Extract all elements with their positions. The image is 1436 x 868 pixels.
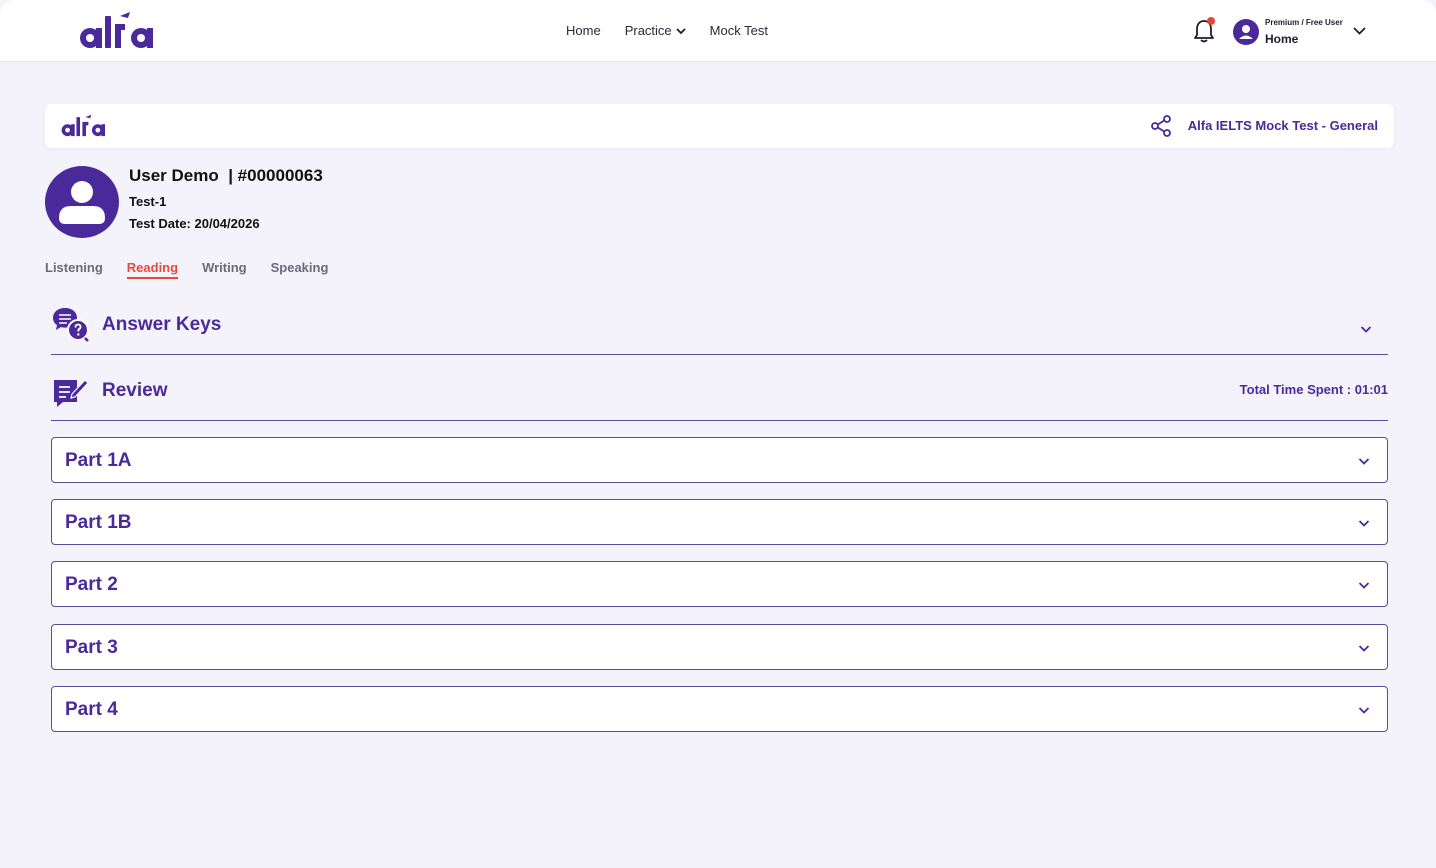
part-accordion-1b[interactable]: Part 1B — [51, 499, 1388, 545]
tab-speaking[interactable]: Speaking — [271, 260, 329, 279]
profile-test-name: Test-1 — [129, 194, 167, 209]
tab-listening[interactable]: Listening — [45, 260, 103, 279]
profile-name: User Demo | #00000063 — [129, 166, 323, 185]
user-plan-label: Premium / Free User — [1265, 18, 1343, 27]
part-accordion-1a[interactable]: Part 1A — [51, 437, 1388, 483]
tab-reading[interactable]: Reading — [126, 260, 179, 279]
review-section: Review Total Time Spent : 01:01 — [51, 372, 1388, 421]
module-tabs: Listening Reading Writing Speaking — [45, 260, 352, 279]
part-label: Part 1A — [65, 450, 132, 471]
review-title: Review — [102, 380, 168, 401]
nav-mock-test-link[interactable]: Mock Test — [710, 23, 768, 38]
user-avatar-icon[interactable] — [1233, 19, 1259, 45]
test-header-card: Alfa IELTS Mock Test - General — [45, 104, 1394, 148]
alfa-logo — [61, 114, 105, 137]
chevron-down-icon — [1358, 645, 1370, 652]
profile-test-date: Test Date: 20/04/2026 — [129, 216, 260, 231]
part-accordion-4[interactable]: Part 4 — [51, 686, 1388, 732]
part-label: Part 3 — [65, 637, 118, 658]
chevron-down-icon[interactable] — [1353, 26, 1366, 36]
edit-note-icon — [54, 379, 89, 407]
page-frame: Home Practice Mock Test Premium / Free U… — [0, 0, 1436, 868]
user-menu-name[interactable]: Home — [1265, 32, 1298, 46]
chevron-down-icon — [1358, 520, 1370, 527]
chevron-down-icon — [1358, 707, 1370, 714]
alfa-logo[interactable] — [79, 12, 153, 50]
part-label: Part 2 — [65, 574, 118, 595]
chevron-down-icon — [1358, 582, 1370, 589]
nav-practice-dropdown[interactable]: Practice — [625, 23, 686, 38]
answer-keys-title: Answer Keys — [102, 314, 222, 335]
nav-practice-label: Practice — [624, 23, 672, 38]
test-title: Alfa IELTS Mock Test - General — [1187, 118, 1378, 133]
tab-writing[interactable]: Writing — [202, 260, 247, 279]
top-navbar: Home Practice Mock Test Premium / Free U… — [0, 0, 1436, 62]
part-label: Part 1B — [65, 512, 132, 533]
share-icon[interactable] — [1149, 114, 1173, 138]
chat-question-icon — [53, 308, 89, 342]
main-nav: Home Practice Mock Test — [566, 23, 768, 38]
notification-badge — [1207, 17, 1215, 25]
part-accordion-3[interactable]: Part 3 — [51, 624, 1388, 670]
chevron-down-icon — [1358, 458, 1370, 465]
chevron-down-icon — [676, 27, 686, 34]
answer-keys-section[interactable]: Answer Keys — [51, 304, 1388, 355]
part-accordion-2[interactable]: Part 2 — [51, 561, 1388, 607]
chevron-down-icon[interactable] — [1360, 324, 1372, 334]
profile-avatar — [45, 166, 119, 238]
part-label: Part 4 — [65, 699, 118, 720]
nav-home-link[interactable]: Home — [566, 23, 601, 38]
total-time-spent: Total Time Spent : 01:01 — [1239, 382, 1388, 397]
